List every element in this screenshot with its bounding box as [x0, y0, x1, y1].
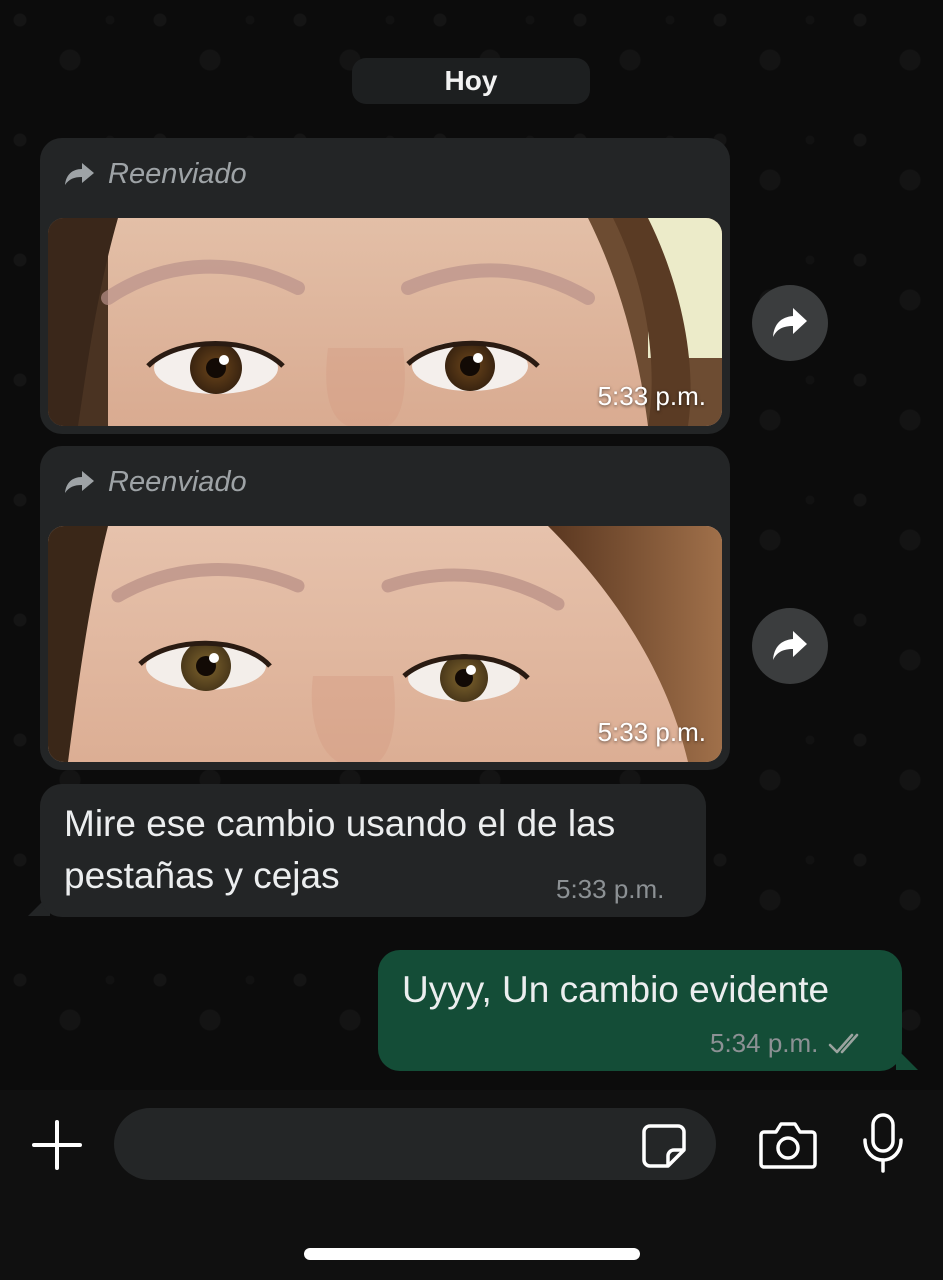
photo-eyes-before[interactable]: 5:33 p.m. [48, 218, 722, 426]
forwarded-indicator: Reenviado [64, 464, 247, 500]
message-time: 5:33 p.m. [597, 381, 706, 411]
share-forward-icon [773, 631, 807, 660]
chat-area[interactable]: Hoy Reenviado 5:33 p.m. Reenviado 5:33 p… [0, 0, 943, 1090]
sticker-icon[interactable] [640, 1122, 688, 1170]
share-forward-icon [773, 308, 807, 337]
double-check-icon [829, 1033, 859, 1053]
message-image-1[interactable]: Reenviado 5:33 p.m. [40, 138, 730, 434]
share-button-1[interactable] [752, 285, 828, 361]
message-text-incoming[interactable]: Mire ese cambio usando el de las pestaña… [40, 784, 706, 917]
message-time: 5:34 p.m. [710, 1028, 866, 1059]
message-time: 5:33 p.m. [556, 874, 665, 904]
message-time-label: 5:34 p.m. [710, 1028, 819, 1058]
forward-arrow-icon [65, 471, 94, 493]
forwarded-label: Reenviado [108, 157, 247, 190]
message-input[interactable] [114, 1108, 716, 1180]
microphone-icon[interactable] [860, 1112, 906, 1174]
camera-icon[interactable] [758, 1118, 818, 1172]
message-text-outgoing[interactable]: Uyyy, Un cambio evidente 5:34 p.m. [378, 950, 902, 1071]
photo-eyes-after[interactable]: 5:33 p.m. [48, 526, 722, 762]
message-text: Uyyy, Un cambio evidente [402, 969, 830, 1010]
plus-icon[interactable] [30, 1118, 84, 1172]
message-time: 5:33 p.m. [597, 717, 706, 747]
share-button-2[interactable] [752, 608, 828, 684]
forward-arrow-icon [65, 163, 94, 185]
forwarded-indicator: Reenviado [64, 156, 247, 192]
message-image-2[interactable]: Reenviado 5:33 p.m. [40, 446, 730, 770]
date-separator: Hoy [352, 58, 590, 104]
forwarded-label: Reenviado [108, 465, 247, 498]
home-indicator [304, 1248, 640, 1260]
